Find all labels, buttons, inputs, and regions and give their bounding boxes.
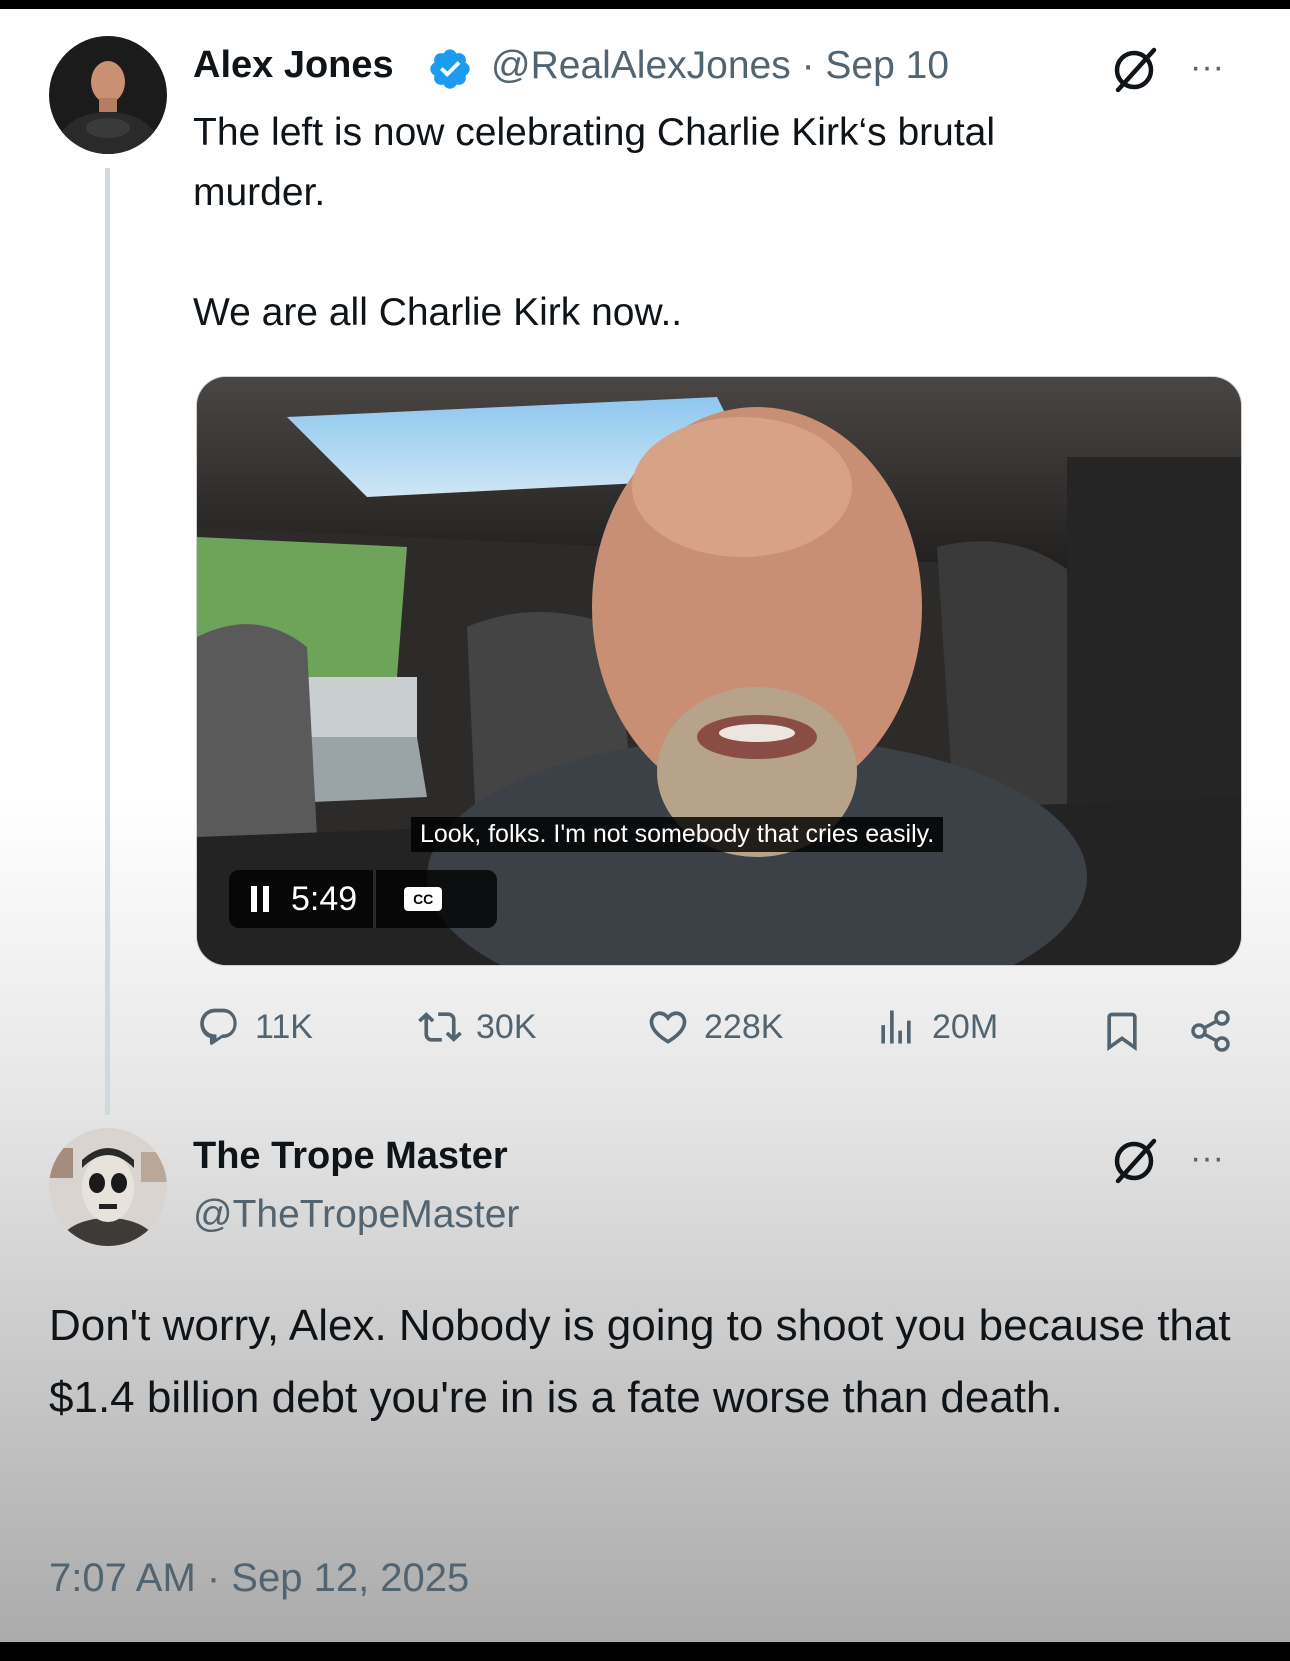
reply-count: 11K (255, 1007, 313, 1046)
handle-date[interactable]: @RealAlexJones · Sep 10 (491, 44, 949, 88)
pause-icon[interactable] (229, 886, 291, 912)
tweet-text-line2: murder. (193, 171, 326, 214)
tweet-text-line1: The left is now celebrating Charlie Kirk… (193, 111, 996, 154)
controls-divider (373, 870, 377, 928)
views-count: 20M (932, 1007, 999, 1046)
reply-grok-icon[interactable] (1108, 1133, 1162, 1187)
video-controls: 5:49 CC (229, 870, 497, 928)
author-name[interactable]: Alex Jones (193, 44, 394, 87)
reply-timestamp[interactable]: 7:07 AM · Sep 12, 2025 (49, 1556, 469, 1601)
more-options-icon[interactable]: ··· (1190, 50, 1224, 84)
like-count: 228K (704, 1007, 784, 1046)
like-heart-icon (649, 1011, 687, 1044)
reply-action[interactable]: 11K (197, 1005, 313, 1049)
reply-icon (200, 1008, 237, 1045)
reply-more-options-icon[interactable]: ··· (1190, 1141, 1224, 1175)
reply-author-name[interactable]: The Trope Master (193, 1135, 508, 1178)
trope-master-avatar[interactable] (49, 1128, 167, 1246)
repost-count: 30K (476, 1007, 537, 1046)
views-action[interactable]: 20M (874, 1005, 998, 1049)
bottom-border (0, 1642, 1290, 1661)
alex-jones-avatar[interactable] (49, 36, 167, 154)
video-time: 5:49 (291, 879, 358, 918)
video-caption: Look, folks. I'm not somebody that cries… (411, 817, 944, 852)
like-action[interactable]: 228K (646, 1005, 783, 1049)
grok-icon[interactable] (1108, 42, 1162, 96)
repost-action[interactable]: 30K (418, 1005, 537, 1049)
thread-line (105, 168, 110, 1115)
reply-text: Don't worry, Alex. Nobody is going to sh… (49, 1301, 1231, 1422)
views-chart-icon (881, 1010, 911, 1044)
bookmark-icon[interactable] (1100, 1007, 1144, 1055)
closed-captions-button[interactable]: CC (404, 887, 443, 911)
share-icon[interactable] (1188, 1008, 1234, 1054)
repost-icon (418, 1012, 462, 1042)
reply-handle[interactable]: @TheTropeMaster (193, 1193, 519, 1237)
verified-badge-icon (430, 49, 470, 89)
top-border (0, 0, 1290, 9)
tweet-text-line3: We are all Charlie Kirk now.. (193, 291, 683, 334)
